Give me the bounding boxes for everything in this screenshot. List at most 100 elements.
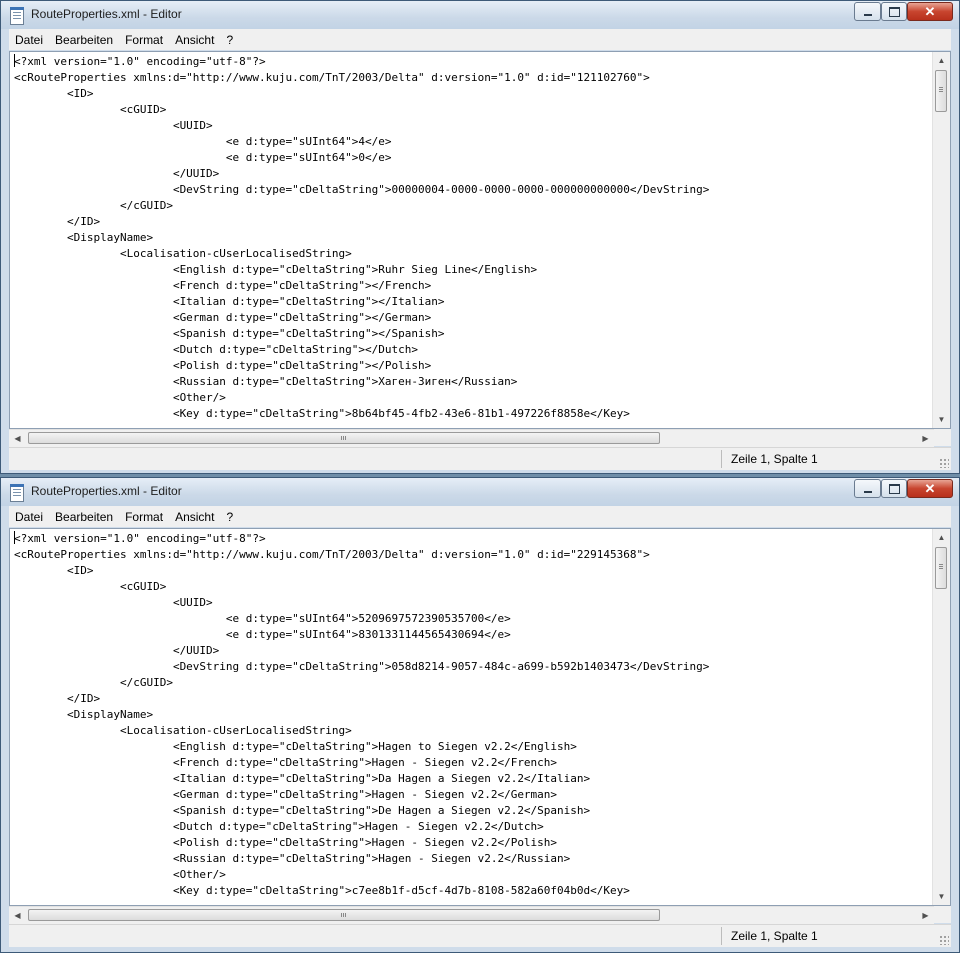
minimize-button[interactable] [854,2,881,21]
cursor-position: Zeile 1, Spalte 1 [731,452,818,466]
menu-file[interactable]: Datei [9,33,49,47]
text-line[interactable]: <Other/> [14,390,932,406]
text-line[interactable]: <German d:type="cDeltaString"></German> [14,310,932,326]
scroll-left-icon[interactable]: ◀ [9,430,26,447]
window-title: RouteProperties.xml - Editor [31,7,182,21]
scroll-down-icon[interactable]: ▼ [933,888,950,905]
menu-format[interactable]: Format [119,33,169,47]
maximize-icon [888,483,900,494]
menu-edit[interactable]: Bearbeiten [49,510,119,524]
menu-format[interactable]: Format [119,510,169,524]
maximize-button[interactable] [881,2,907,21]
text-line[interactable]: <Spanish d:type="cDeltaString"></Spanish… [14,326,932,342]
text-line[interactable]: <cRouteProperties xmlns:d="http://www.ku… [14,70,932,86]
text-line[interactable]: <Spanish d:type="cDeltaString">De Hagen … [14,803,932,819]
menu-bar: Datei Bearbeiten Format Ansicht ? [9,506,951,527]
text-line[interactable]: <Dutch d:type="cDeltaString"></Dutch> [14,342,932,358]
text-line[interactable]: <cGUID> [14,579,932,595]
text-line[interactable]: <cGUID> [14,102,932,118]
text-line[interactable]: <Key d:type="cDeltaString">8b64bf45-4fb2… [14,406,932,422]
editor-window-1: RouteProperties.xml - Editor ✕ Datei Bea… [0,0,960,474]
vertical-scroll-thumb[interactable] [935,547,947,589]
text-line[interactable]: <German d:type="cDeltaString">Hagen - Si… [14,787,932,803]
vertical-scroll-thumb[interactable] [935,70,947,112]
text-line[interactable]: <Key d:type="cDeltaString">c7ee8b1f-d5cf… [14,883,932,899]
text-content[interactable]: <?xml version="1.0" encoding="utf-8"?> <c… [10,529,932,905]
text-line[interactable]: </cGUID> [14,198,932,214]
menu-bar: Datei Bearbeiten Format Ansicht ? [9,29,951,50]
text-line[interactable]: <Polish d:type="cDeltaString"></Polish> [14,358,932,374]
text-editor[interactable]: <?xml version="1.0" encoding="utf-8"?> <c… [9,528,951,906]
close-icon: ✕ [924,480,936,496]
text-line[interactable]: <Russian d:type="cDeltaString">Хаген-Зиг… [14,374,932,390]
text-line[interactable]: <French d:type="cDeltaString">Hagen - Si… [14,755,932,771]
text-line[interactable]: </UUID> [14,643,932,659]
text-line[interactable]: <DisplayName> [14,230,932,246]
text-line[interactable]: <Localisation-cUserLocalisedString> [14,246,932,262]
text-line[interactable]: <?xml version="1.0" encoding="utf-8"?> [14,531,932,547]
minimize-icon [863,13,872,16]
text-line[interactable]: </UUID> [14,166,932,182]
text-line[interactable]: <ID> [14,563,932,579]
text-line[interactable]: <cRouteProperties xmlns:d="http://www.ku… [14,547,932,563]
close-button[interactable]: ✕ [907,479,953,498]
text-line[interactable]: <Italian d:type="cDeltaString">Da Hagen … [14,771,932,787]
text-caret [14,54,15,67]
text-line[interactable]: </ID> [14,691,932,707]
window-title: RouteProperties.xml - Editor [31,484,182,498]
resize-grip-icon[interactable] [939,458,949,468]
text-line[interactable]: <Dutch d:type="cDeltaString">Hagen - Sie… [14,819,932,835]
text-line[interactable]: <e d:type="sUInt64">8301331144565430694<… [14,627,932,643]
text-line[interactable]: <UUID> [14,595,932,611]
scroll-up-icon[interactable]: ▲ [933,52,950,69]
menu-view[interactable]: Ansicht [169,510,220,524]
text-line[interactable]: <e d:type="sUInt64">4</e> [14,134,932,150]
resize-grip-icon[interactable] [939,935,949,945]
menu-file[interactable]: Datei [9,510,49,524]
title-bar[interactable]: RouteProperties.xml - Editor ✕ [1,478,959,506]
horizontal-scrollbar[interactable]: ◀ ▶ [9,429,934,447]
text-editor[interactable]: <?xml version="1.0" encoding="utf-8"?> <c… [9,51,951,429]
text-line[interactable]: <French d:type="cDeltaString"></French> [14,278,932,294]
title-bar[interactable]: RouteProperties.xml - Editor ✕ [1,1,959,29]
text-content[interactable]: <?xml version="1.0" encoding="utf-8"?> <c… [10,52,932,428]
text-line[interactable]: <?xml version="1.0" encoding="utf-8"?> [14,54,932,70]
scroll-right-icon[interactable]: ▶ [917,430,934,447]
text-line[interactable]: <DevString d:type="cDeltaString">0000000… [14,182,932,198]
minimize-icon [863,490,872,493]
text-line[interactable]: </cGUID> [14,675,932,691]
text-line[interactable]: <English d:type="cDeltaString">Hagen to … [14,739,932,755]
maximize-button[interactable] [881,479,907,498]
scroll-down-icon[interactable]: ▼ [933,411,950,428]
text-line[interactable]: <Polish d:type="cDeltaString">Hagen - Si… [14,835,932,851]
text-line[interactable]: <DevString d:type="cDeltaString">058d821… [14,659,932,675]
minimize-button[interactable] [854,479,881,498]
horizontal-scroll-thumb[interactable] [28,909,660,921]
text-line[interactable]: <e d:type="sUInt64">5209697572390535700<… [14,611,932,627]
scrollbar-corner [934,429,951,446]
text-line[interactable]: <e d:type="sUInt64">0</e> [14,150,932,166]
text-line[interactable]: <Other/> [14,867,932,883]
text-line[interactable]: <DisplayName> [14,707,932,723]
text-line[interactable]: <Localisation-cUserLocalisedString> [14,723,932,739]
notepad-icon[interactable] [10,484,24,502]
menu-edit[interactable]: Bearbeiten [49,33,119,47]
menu-help[interactable]: ? [220,510,239,524]
text-line[interactable]: <Russian d:type="cDeltaString">Hagen - S… [14,851,932,867]
menu-view[interactable]: Ansicht [169,33,220,47]
horizontal-scroll-thumb[interactable] [28,432,660,444]
text-line[interactable]: </ID> [14,214,932,230]
scroll-right-icon[interactable]: ▶ [917,907,934,924]
notepad-icon[interactable] [10,7,24,25]
scroll-up-icon[interactable]: ▲ [933,529,950,546]
vertical-scrollbar[interactable]: ▲ ▼ [932,52,950,428]
text-line[interactable]: <English d:type="cDeltaString">Ruhr Sieg… [14,262,932,278]
vertical-scrollbar[interactable]: ▲ ▼ [932,529,950,905]
close-button[interactable]: ✕ [907,2,953,21]
text-line[interactable]: <ID> [14,86,932,102]
horizontal-scrollbar[interactable]: ◀ ▶ [9,906,934,924]
text-line[interactable]: <UUID> [14,118,932,134]
text-line[interactable]: <Italian d:type="cDeltaString"></Italian… [14,294,932,310]
scroll-left-icon[interactable]: ◀ [9,907,26,924]
menu-help[interactable]: ? [220,33,239,47]
